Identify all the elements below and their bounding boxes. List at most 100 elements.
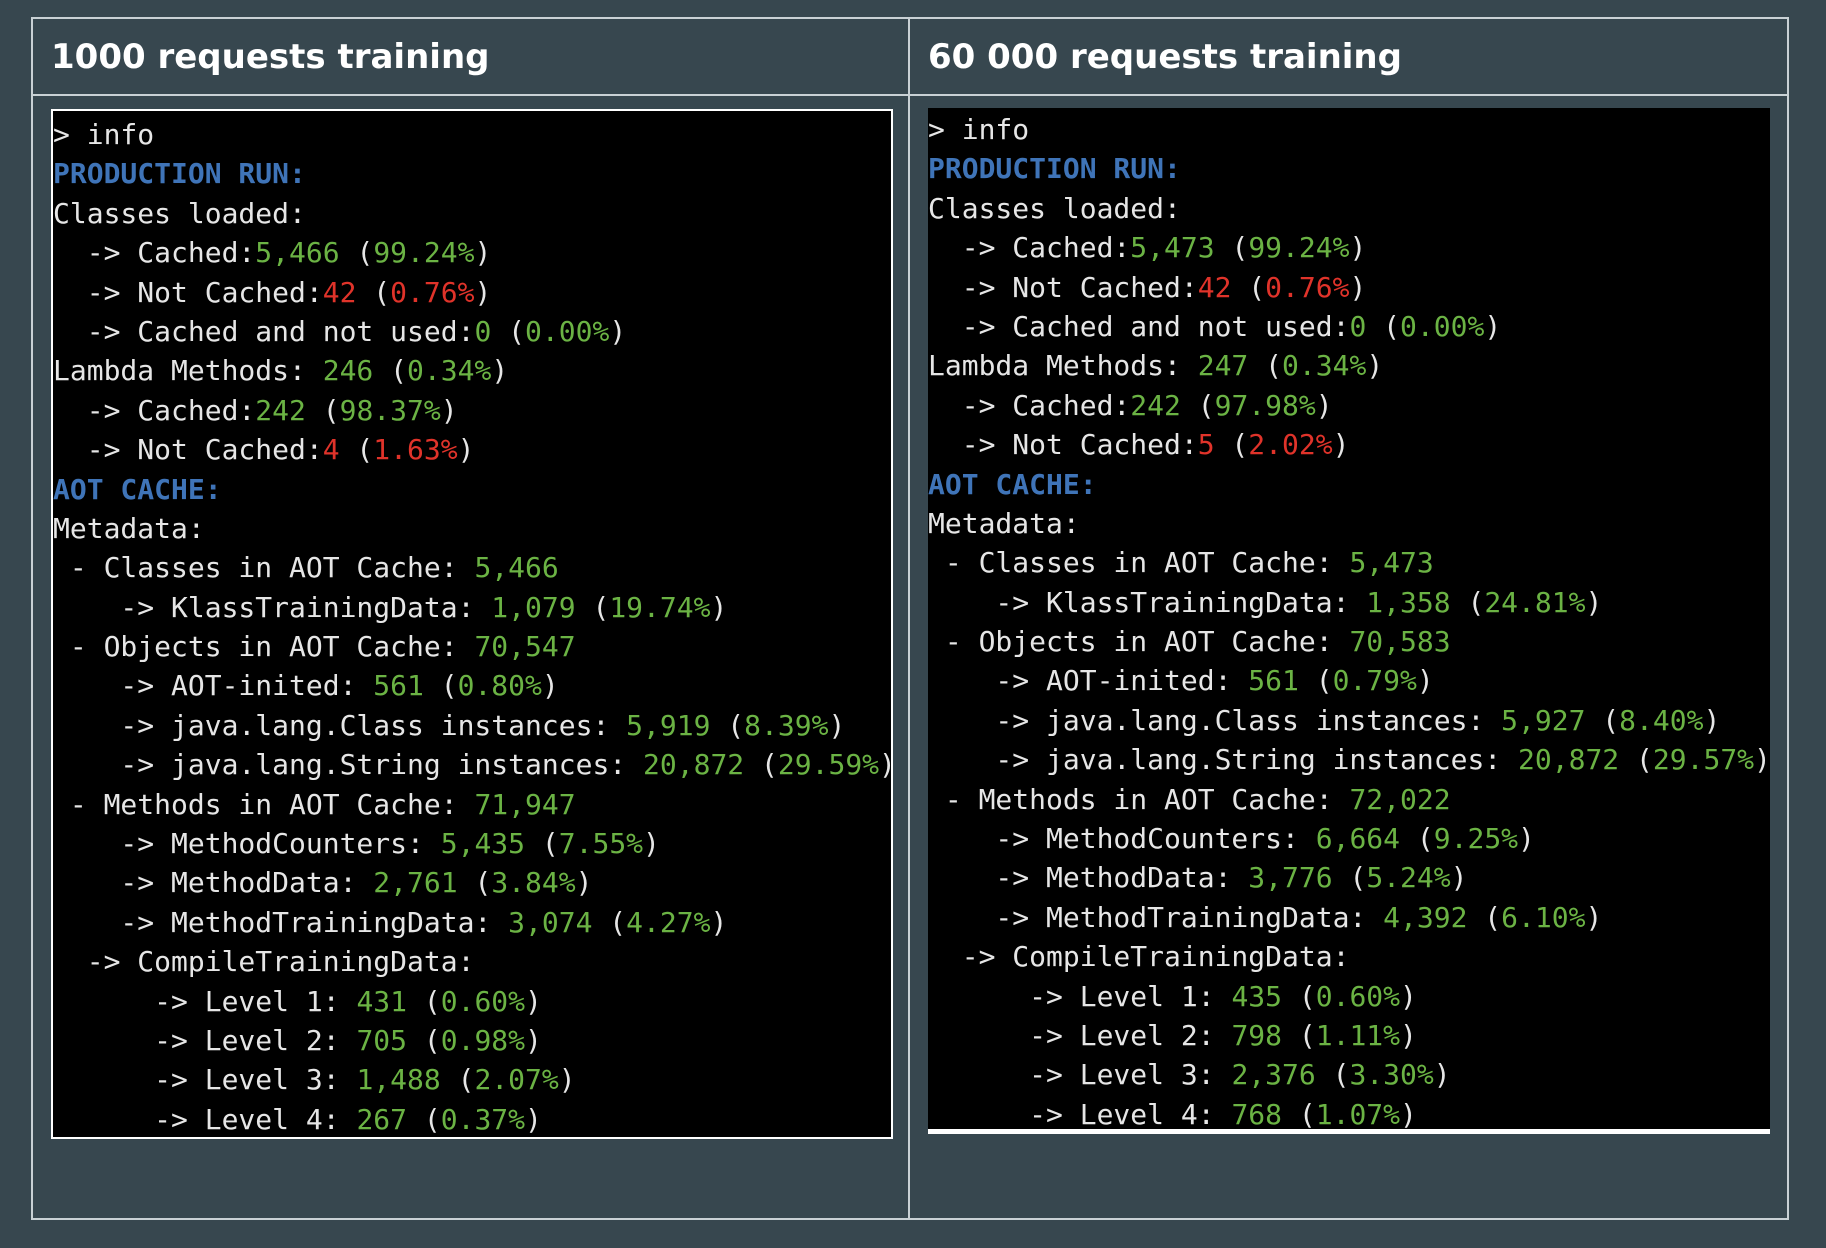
line-pct: 0.00% <box>525 314 610 348</box>
line-value: 70,583 <box>1349 625 1451 659</box>
compile-training-label: -> CompileTrainingData: <box>928 940 1350 974</box>
line-label: -> Level 4: <box>53 1102 357 1136</box>
line-label: -> Cached and not used: <box>928 309 1350 343</box>
line-label: -> Level 2: <box>928 1018 1232 1052</box>
level2-line: -> Level 2: 798 (1.11%) <box>928 1018 1417 1052</box>
line-label: - Objects in AOT Cache: <box>928 625 1350 659</box>
line-value: 5,927 <box>1501 703 1586 737</box>
line-label: -> KlassTrainingData: <box>53 590 492 624</box>
line-value: 4 <box>322 433 340 467</box>
line-value: 3,074 <box>508 905 593 939</box>
classes-in-cache-line: - Classes in AOT Cache: 5,466 <box>53 548 891 587</box>
line-value: 242 <box>255 393 306 427</box>
line-pct: 6.10% <box>1501 900 1586 934</box>
level1-line: -> Level 1: 431 (0.60%) <box>53 984 542 1018</box>
line-label: -> java.lang.String instances: <box>928 743 1519 777</box>
classes-not-cached-line: -> Not Cached:42 (0.76%) <box>53 275 492 309</box>
line-label: - Methods in AOT Cache: <box>53 787 475 821</box>
line-pct: 3.30% <box>1349 1058 1434 1092</box>
aot-cache-heading: AOT CACHE: <box>53 472 222 506</box>
lambda-not-cached-line: -> Not Cached:4 (1.63%) <box>53 433 475 467</box>
line-value: 0 <box>474 314 492 348</box>
line-value: 5,435 <box>440 827 526 861</box>
lambda-not-cached-line: -> Not Cached:5 (2.02%) <box>928 428 1350 462</box>
terminal-prompt: > info <box>928 113 1030 146</box>
line-pct: 0.80% <box>457 669 542 703</box>
line-value: 705 <box>356 1023 408 1057</box>
classes-loaded-label: Classes loaded: <box>53 196 306 230</box>
line-label: -> Level 2: <box>53 1023 357 1057</box>
line-pct: 99.24% <box>1248 231 1350 265</box>
line-value: 5,466 <box>255 236 340 270</box>
line-value: 431 <box>356 984 408 1018</box>
level3-line: -> Level 3: 1,488 (2.07%) <box>53 1063 576 1097</box>
line-pct: 0.79% <box>1332 664 1417 698</box>
classes-cached-line: -> Cached:5,473 (99.24%) <box>928 231 1367 265</box>
classes-not-cached-line: -> Not Cached:42 (0.76%) <box>928 270 1367 304</box>
lambda-methods-line: Lambda Methods: 246 (0.34%) <box>53 354 509 388</box>
string-instances-line: -> java.lang.String instances: 20,872 (2… <box>928 743 1770 777</box>
line-value: 6,664 <box>1315 822 1401 856</box>
line-value: 2,376 <box>1231 1058 1316 1092</box>
line-label: -> Not Cached: <box>53 433 323 467</box>
line-pct: 9.25% <box>1433 822 1519 856</box>
line-label: -> Not Cached: <box>928 270 1198 304</box>
line-label: -> Cached: <box>928 231 1131 265</box>
line-label: -> java.lang.String instances: <box>53 748 644 782</box>
line-pct: 4.27% <box>626 905 711 939</box>
line-label: Lambda Methods: <box>928 349 1198 383</box>
string-instances-line: -> java.lang.String instances: 20,872 (2… <box>53 748 891 782</box>
line-pct: 1.63% <box>373 433 458 467</box>
line-value: 5,919 <box>626 708 711 742</box>
terminal-output: > info PRODUCTION RUN: Classes loaded: -… <box>51 109 893 1139</box>
line-value: 435 <box>1231 979 1283 1013</box>
line-pct: 8.40% <box>1619 703 1704 737</box>
line-label: -> Cached: <box>53 393 256 427</box>
line-label: Lambda Methods: <box>53 354 323 388</box>
line-pct: 2.07% <box>474 1063 559 1097</box>
aot-inited-line: -> AOT-inited: 561 (0.79%) <box>928 664 1434 698</box>
line-pct: 0.60% <box>1315 979 1401 1013</box>
line-pct: 98.37% <box>339 393 441 427</box>
line-label: -> Not Cached: <box>53 275 323 309</box>
line-pct: 19.74% <box>609 590 711 624</box>
line-label: -> Level 4: <box>928 1097 1232 1131</box>
method-counters-line: -> MethodCounters: 6,664 (9.25%) <box>928 822 1535 856</box>
line-value: 72,022 <box>1349 782 1451 816</box>
line-pct: 0.98% <box>440 1023 526 1057</box>
line-value: 3,776 <box>1248 861 1333 895</box>
comparison-table: 1000 requests training > info PRODUCTION… <box>31 17 1789 1220</box>
line-label: -> KlassTrainingData: <box>928 585 1367 619</box>
method-training-line: -> MethodTrainingData: 3,074 (4.27%) <box>53 905 728 939</box>
line-label: -> Level 1: <box>928 979 1232 1013</box>
line-label: -> Cached: <box>53 236 256 270</box>
line-label: -> MethodTrainingData: <box>53 905 509 939</box>
line-label: -> Cached: <box>928 388 1131 422</box>
classes-cached-not-used-line: -> Cached and not used:0 (0.00%) <box>53 314 627 348</box>
line-label: -> MethodCounters: <box>53 827 441 861</box>
line-pct: 1.07% <box>1315 1097 1401 1131</box>
methods-in-cache-line: - Methods in AOT Cache: 71,947 <box>53 785 891 824</box>
klass-training-line: -> KlassTrainingData: 1,079 (19.74%) <box>53 590 728 624</box>
line-pct: 0.76% <box>390 275 475 309</box>
line-value: 0 <box>1349 309 1367 343</box>
line-value: 768 <box>1231 1097 1283 1131</box>
line-pct: 0.60% <box>440 984 526 1018</box>
line-value: 246 <box>322 354 374 388</box>
metadata-label: Metadata: <box>53 511 205 545</box>
line-label: - Classes in AOT Cache: <box>53 551 475 585</box>
line-label: - Classes in AOT Cache: <box>928 546 1350 580</box>
line-value: 561 <box>1248 664 1299 698</box>
line-value: 42 <box>1197 270 1232 304</box>
compile-training-label: -> CompileTrainingData: <box>53 945 475 979</box>
line-value: 1,358 <box>1366 585 1451 619</box>
line-pct: 2.02% <box>1248 428 1333 462</box>
line-pct: 24.81% <box>1484 585 1586 619</box>
line-pct: 99.24% <box>373 236 475 270</box>
level3-line: -> Level 3: 2,376 (3.30%) <box>928 1058 1451 1092</box>
line-value: 42 <box>322 275 357 309</box>
methods-in-cache-line: - Methods in AOT Cache: 72,022 <box>928 780 1770 819</box>
line-label: - Methods in AOT Cache: <box>928 782 1350 816</box>
line-pct: 0.37% <box>440 1102 526 1136</box>
line-label: - Objects in AOT Cache: <box>53 630 475 664</box>
